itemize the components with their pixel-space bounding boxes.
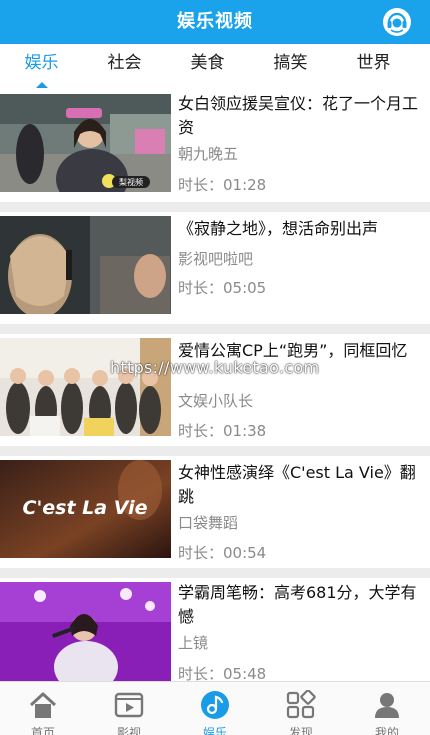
app-root: 娱乐视频 娱乐 社会 美食 搞笑 世界 梨视频 女白领应援吴宣仪：花了一个月工资…: [0, 0, 430, 735]
video-info: 女白领应援吴宣仪：花了一个月工资 朝九晚五 时长：01:28: [178, 90, 426, 194]
tab-funny[interactable]: 搞笑: [249, 44, 332, 90]
tab-label: 娱乐: [24, 53, 59, 73]
video-info: 《寂静之地》，想活命别出声 影视吧啦吧 时长：05:05: [178, 212, 426, 297]
tab-label: 美食: [190, 53, 225, 73]
bottom-nav: 首页 影视 娱乐 发现 我的: [0, 681, 430, 735]
nav-label: 娱乐: [202, 726, 227, 735]
video-title[interactable]: 学霸周笔畅：高考681分，大学有憾: [178, 581, 426, 629]
video-list-item[interactable]: 学霸周笔畅：高考681分，大学有憾 上镜 时长：05:48: [0, 578, 430, 683]
music-icon: [201, 691, 229, 719]
nav-item-tv[interactable]: 影视: [86, 682, 172, 735]
video-duration: 时长：05:05: [178, 279, 267, 297]
nav-item-entertainment[interactable]: 娱乐: [172, 682, 258, 735]
customer-service-icon[interactable]: [382, 7, 412, 37]
nav-label: 首页: [30, 726, 55, 735]
tab-entertainment[interactable]: 娱乐: [0, 44, 83, 90]
video-title[interactable]: 《寂静之地》，想活命别出声: [178, 217, 426, 241]
video-list-item[interactable]: C'est La Vie 女神性感演绎《C'est La Vie》翻跳 口袋舞蹈…: [0, 456, 430, 568]
video-thumbnail[interactable]: [0, 216, 171, 314]
video-source: 上镜: [178, 634, 209, 652]
tab-label: 搞笑: [273, 53, 308, 73]
video-list-item[interactable]: 《寂静之地》，想活命别出声 影视吧啦吧 时长：05:05: [0, 212, 430, 324]
video-duration: 时长：00:54: [178, 544, 267, 562]
video-duration: 时长：01:38: [178, 422, 267, 440]
user-icon: [375, 693, 399, 718]
tab-label: 世界: [356, 53, 391, 73]
tab-label: 社会: [107, 53, 142, 73]
video-thumbnail[interactable]: C'est La Vie: [0, 460, 171, 558]
video-source: 朝九晚五: [178, 145, 239, 163]
page-title: 娱乐视频: [177, 11, 253, 32]
nav-item-me[interactable]: 我的: [344, 682, 430, 735]
tab-world[interactable]: 世界: [332, 44, 415, 90]
discover-icon: [286, 690, 316, 719]
video-source: 口袋舞蹈: [178, 514, 239, 532]
active-tab-indicator: [35, 82, 48, 88]
video-list-item[interactable]: 爱情公寓CP上“跑男”，同框回忆 文娱小队长 时长：01:38: [0, 334, 430, 446]
nav-label: 影视: [116, 726, 141, 735]
thumbnail-badge: 梨视频: [119, 177, 143, 187]
video-title[interactable]: 女神性感演绎《C'est La Vie》翻跳: [178, 461, 426, 509]
video-info: 学霸周笔畅：高考681分，大学有憾 上镜 时长：05:48: [178, 578, 426, 683]
video-thumbnail[interactable]: 梨视频: [0, 94, 171, 192]
video-thumbnail[interactable]: [0, 582, 171, 681]
video-list-item[interactable]: 梨视频 女白领应援吴宣仪：花了一个月工资 朝九晚五 时长：01:28: [0, 90, 430, 202]
nav-item-discover[interactable]: 发现: [258, 682, 344, 735]
thumbnail-title-text: C'est La Vie: [23, 497, 148, 519]
video-info: 女神性感演绎《C'est La Vie》翻跳 口袋舞蹈 时长：00:54: [178, 456, 426, 562]
app-header: 娱乐视频: [0, 0, 430, 44]
nav-label: 发现: [288, 726, 313, 735]
watermark-text: https://www.kuketao.com: [110, 358, 320, 377]
tv-icon: [114, 692, 144, 718]
nav-label: 我的: [374, 726, 399, 735]
video-source: 影视吧啦吧: [178, 250, 254, 268]
video-title[interactable]: 女白领应援吴宣仪：花了一个月工资: [178, 92, 426, 140]
tab-food[interactable]: 美食: [166, 44, 249, 90]
video-source: 文娱小队长: [178, 392, 254, 410]
video-duration: 时长：01:28: [178, 176, 267, 194]
nav-item-home[interactable]: 首页: [0, 682, 86, 735]
home-icon: [29, 692, 57, 718]
video-thumbnail[interactable]: [0, 338, 171, 436]
category-tabs: 娱乐 社会 美食 搞笑 世界: [0, 44, 430, 90]
tab-society[interactable]: 社会: [83, 44, 166, 90]
